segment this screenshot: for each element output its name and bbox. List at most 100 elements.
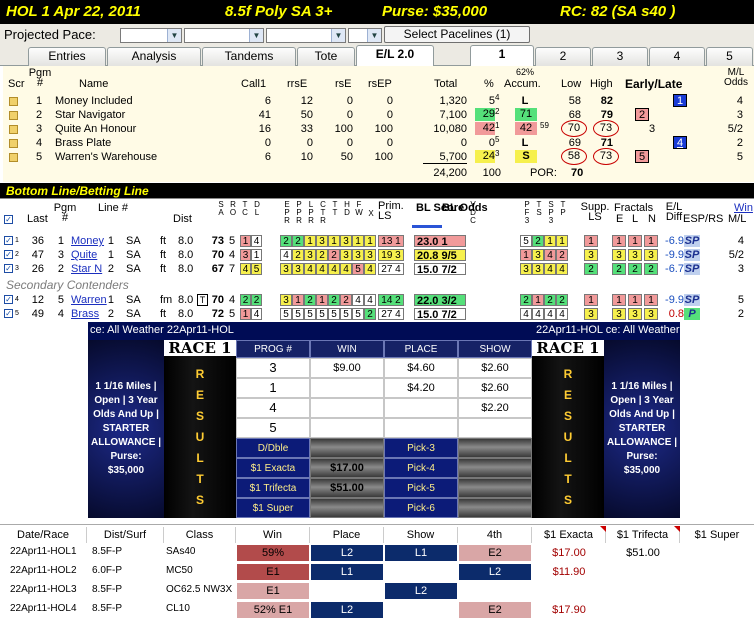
bl-odds: 1 — [441, 236, 448, 248]
row-checkbox[interactable]: ✓ — [4, 250, 13, 259]
bl-score: 23.0 — [417, 236, 439, 248]
col-date-race: Date/Race — [0, 527, 87, 543]
pick-value — [458, 498, 532, 518]
ml-odds: 5/2 — [727, 123, 743, 135]
rse-value: 50 — [340, 151, 353, 163]
history-row[interactable]: 22Apr11-HOL2 6.0F-P MC50 E1 L1 L2 $11.90 — [0, 563, 754, 581]
tab-tote[interactable]: Tote — [297, 47, 355, 66]
sort-marker-icon — [600, 526, 606, 532]
prim-ls-box: 27 4 — [378, 308, 404, 320]
scratch-toggle[interactable] — [9, 153, 18, 162]
bl-score-box: 23.0 1 — [414, 235, 466, 248]
rsep-value: 100 — [374, 123, 393, 135]
side-line: Olds And Up | — [93, 409, 159, 420]
bl-score-box: 20.8 9/5 — [414, 249, 466, 262]
race-class: OC62.5 NW3X — [166, 584, 233, 595]
col-show: SHOW — [458, 340, 532, 358]
fractal-box: 1 — [612, 294, 626, 306]
pace-box: 1 — [240, 308, 251, 320]
bl-score-box: 15.0 7/2 — [414, 263, 466, 276]
rating-box: 5 — [280, 308, 292, 320]
pick-value — [458, 478, 532, 498]
pick-label: Pick-3 — [384, 438, 458, 458]
side-line: 1 1/16 Miles | — [95, 381, 157, 392]
col-prim: Prim. LS — [378, 200, 404, 222]
date-race: 22Apr11-HOL2 — [10, 565, 77, 576]
scratch-toggle[interactable] — [9, 97, 18, 106]
results-letter: E — [195, 388, 204, 402]
horse-link[interactable]: Quite — [71, 249, 97, 261]
tab-horse-1[interactable]: 1 — [470, 45, 534, 67]
pace-select-1[interactable]: ▼ — [120, 28, 182, 43]
rse-value: 0 — [346, 109, 353, 121]
history-row[interactable]: 22Apr11-HOL3 8.5F-P OC62.5 NW3X E1 L2 — [0, 582, 754, 600]
rating-box: 4 — [280, 249, 292, 261]
call1-value: 6 — [264, 151, 271, 163]
pgm-number: 3 — [36, 123, 43, 135]
exotic-label: $1 Super — [236, 498, 310, 518]
speed-figure: 67 — [211, 263, 224, 275]
tab-tandems[interactable]: Tandems — [202, 47, 296, 66]
col-pgm: Pgm # — [53, 202, 77, 224]
dist-surf: 8.5F-P — [92, 584, 123, 595]
results-letter: S — [563, 493, 572, 507]
race-title: RACE 1 — [532, 340, 604, 356]
pick-label: Pick-4 — [384, 458, 458, 478]
surface: SA — [126, 263, 141, 275]
exotic-value — [310, 438, 384, 458]
tab-horse-2[interactable]: 2 — [535, 47, 591, 66]
esp-badge: SP — [684, 249, 700, 261]
footer-pct: 100 — [482, 167, 501, 179]
pct-value: 24 — [475, 150, 495, 163]
history-row[interactable]: 22Apr11-HOL1 8.5F-P SAs40 59% L2 L1 E2 $17.00 $5… — [0, 544, 754, 562]
tab-el-2[interactable]: E/L 2.0 — [356, 45, 434, 67]
history-row[interactable]: 22Apr11-HOL4 8.5F-P CL10 52% E1 L2 E2 $17.90 — [0, 601, 754, 619]
scratch-toggle[interactable] — [9, 111, 18, 120]
pace-box: 1 — [251, 249, 262, 261]
tab-horse-5[interactable]: 5 — [706, 47, 753, 66]
race-class: MC50 — [166, 565, 193, 576]
tab-horse-4[interactable]: 4 — [649, 47, 705, 66]
pgm-number: 5 — [36, 151, 43, 163]
line-number: 1 — [107, 294, 114, 306]
pace-box: 4 — [240, 263, 251, 275]
select-all-checkbox[interactable]: ✓ — [4, 215, 13, 224]
el-diff: -6.9 — [665, 235, 684, 247]
tab-analysis[interactable]: Analysis — [107, 47, 201, 66]
pace-select-2[interactable]: ▼ — [184, 28, 264, 43]
col-pct: % — [484, 78, 494, 90]
supp-ls-box: 3 — [584, 308, 598, 320]
supp-box: 1 — [520, 249, 532, 261]
row-checkbox[interactable]: ✓ — [4, 264, 13, 273]
col-rrse: rrsE — [287, 78, 308, 90]
horse-link[interactable]: Star N — [71, 263, 102, 275]
race-class: CL10 — [166, 603, 190, 614]
tab-horse-3[interactable]: 3 — [592, 47, 648, 66]
horse-link[interactable]: Brass — [71, 308, 99, 320]
results-letter: L — [196, 451, 204, 465]
pace-select-3[interactable]: ▼ — [266, 28, 346, 43]
scratch-toggle[interactable] — [9, 125, 18, 134]
early-late-badge: 2 — [635, 108, 649, 121]
betting-line-table: ✓ Last Pgm # Line # Dist S A R O T C D L… — [0, 198, 754, 321]
row-checkbox[interactable]: ✓ — [4, 309, 13, 318]
row-checkbox[interactable]: ✓ — [4, 236, 13, 245]
chevron-down-icon: ▼ — [331, 29, 345, 42]
results-panel: ce: All Weather 22Apr11-HOL 22Apr11-HOL … — [88, 322, 680, 518]
row-checkbox[interactable]: ✓ — [4, 295, 13, 304]
last-days: 49 — [31, 308, 44, 320]
col-early-late: Early/Late — [625, 77, 683, 91]
select-pacelines-button[interactable]: Select Pacelines (1) — [384, 26, 530, 43]
scratch-toggle[interactable] — [9, 139, 18, 148]
betting-row: ✓ 3 26 2 Star N 2 SA ft 8.0 67 7 4 5 3 3 4 4 4 4 5 4 27 4 15.0… — [0, 263, 754, 276]
supp-box: 3 — [520, 263, 532, 275]
supp-box: 3 — [532, 249, 544, 261]
supp-box: 2 — [556, 294, 568, 306]
distance: 8.0 — [178, 249, 194, 261]
tab-entries[interactable]: Entries — [28, 47, 106, 66]
total-value: 7,100 — [439, 109, 467, 121]
rating-box: 1 — [316, 294, 328, 306]
pace-select-4[interactable]: ▼ — [348, 28, 382, 43]
rating-box: 5 — [292, 308, 304, 320]
col-vert: P P R — [296, 200, 302, 225]
